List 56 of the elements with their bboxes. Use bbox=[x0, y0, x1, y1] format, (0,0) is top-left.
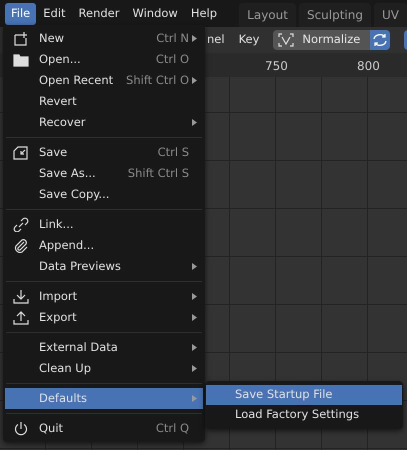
menu-item[interactable]: Quit Ctrl Q bbox=[5, 418, 203, 439]
menu-item[interactable]: Defaults bbox=[5, 388, 203, 409]
export-icon bbox=[13, 310, 29, 325]
menu-item[interactable]: Open... Ctrl O bbox=[5, 49, 203, 70]
menu-item[interactable]: Revert bbox=[5, 91, 203, 112]
submenu-arrow-icon bbox=[192, 344, 197, 351]
menu-button[interactable]: File bbox=[5, 2, 36, 24]
menu-button[interactable]: Help bbox=[184, 2, 224, 24]
shortcut-label: Ctrl S bbox=[158, 144, 189, 161]
menu-item[interactable]: External Data bbox=[5, 337, 203, 358]
header-menu[interactable]: Key bbox=[238, 31, 260, 49]
shortcut-label: Shift Ctrl S bbox=[128, 164, 189, 182]
menu-button[interactable]: Edit bbox=[37, 2, 72, 24]
menu-item[interactable]: Data Previews bbox=[5, 256, 203, 277]
submenu-arrow-icon bbox=[192, 263, 197, 270]
import-icon bbox=[13, 289, 29, 304]
normalize-button[interactable]: Normalize bbox=[273, 30, 370, 50]
menu-item[interactable]: Save Startup File bbox=[206, 385, 402, 405]
menu-item[interactable]: Open Recent Shift Ctrl O bbox=[5, 70, 203, 91]
link-icon bbox=[13, 217, 29, 232]
shortcut-label: Ctrl O bbox=[156, 50, 189, 68]
workspace-tab[interactable]: UV bbox=[374, 3, 407, 27]
menu-item[interactable]: Save As... Shift Ctrl S bbox=[5, 163, 203, 184]
menu-item[interactable]: Link... bbox=[5, 214, 203, 235]
submenu-arrow-icon bbox=[192, 77, 197, 84]
power-icon bbox=[13, 421, 29, 436]
paperclip-icon bbox=[13, 238, 29, 253]
save-icon bbox=[13, 145, 29, 160]
workspace-tab[interactable]: Layout bbox=[239, 3, 296, 27]
submenu-arrow-icon bbox=[192, 119, 197, 126]
menu-button[interactable]: Window bbox=[126, 2, 184, 24]
menu-item[interactable]: Export bbox=[5, 307, 203, 328]
menu-item[interactable]: New Ctrl N bbox=[5, 28, 203, 49]
ruler-label: 750 bbox=[265, 58, 288, 75]
submenu-arrow-icon bbox=[192, 365, 197, 372]
submenu-arrow-icon bbox=[192, 395, 197, 402]
submenu-arrow-icon bbox=[192, 293, 197, 300]
shortcut-label: Ctrl N bbox=[156, 30, 189, 47]
shortcut-label: Ctrl Q bbox=[156, 420, 189, 437]
workspace-tab[interactable]: Sculpting bbox=[298, 3, 371, 27]
shortcut-label: Shift Ctrl O bbox=[126, 72, 189, 89]
menu-item[interactable]: Import bbox=[5, 286, 203, 307]
menu-button[interactable]: Render bbox=[72, 2, 126, 24]
menu-item[interactable]: Load Factory Settings bbox=[206, 405, 402, 425]
menu-item[interactable]: Save Copy... bbox=[5, 184, 203, 205]
refresh-icon[interactable] bbox=[370, 30, 390, 50]
menu-item[interactable]: Clean Up bbox=[5, 358, 203, 379]
new-file-icon bbox=[13, 31, 29, 46]
ruler-label: 800 bbox=[357, 58, 380, 75]
menu-item[interactable]: Save Ctrl S bbox=[5, 142, 203, 163]
header-menu[interactable]: nel bbox=[207, 31, 225, 49]
menu-item[interactable]: Recover bbox=[5, 112, 203, 133]
submenu-arrow-icon bbox=[192, 314, 197, 321]
curve-icon bbox=[278, 33, 294, 47]
submenu-arrow-icon bbox=[192, 35, 197, 42]
menu-item[interactable]: Append... bbox=[5, 235, 203, 256]
